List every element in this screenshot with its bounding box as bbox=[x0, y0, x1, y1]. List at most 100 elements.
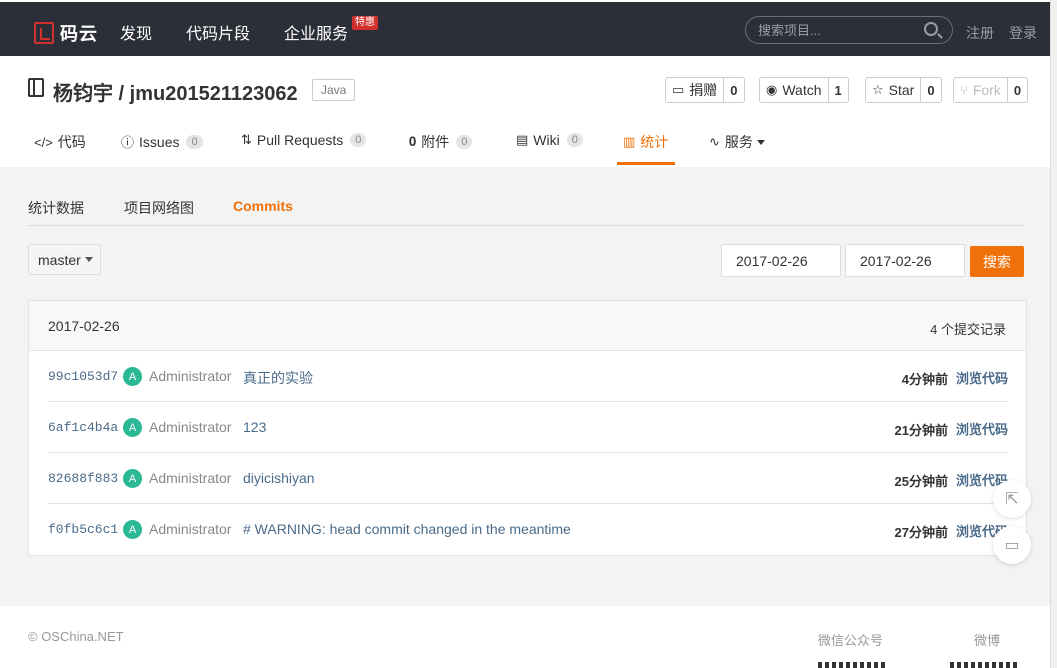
wechat-label: 微信公众号 bbox=[818, 633, 884, 648]
active-tab-indicator bbox=[617, 162, 675, 165]
nav-enterprise[interactable]: 企业服务 bbox=[284, 20, 348, 44]
issues-count: 0 bbox=[186, 134, 203, 149]
share-button[interactable]: ⇱ bbox=[993, 480, 1031, 518]
feedback-button[interactable]: ▭ bbox=[993, 526, 1031, 564]
commit-sha[interactable]: 6af1c4b4a bbox=[48, 420, 118, 435]
commit-sha[interactable]: 99c1053d7 bbox=[48, 369, 118, 384]
commit-row: 99c1053d7 A Administrator 真正的实验 4分钟前 浏览代… bbox=[48, 351, 1008, 402]
search-icon[interactable] bbox=[924, 22, 938, 36]
top-navbar: 码云 发现 代码片段 企业服务 特惠 注册 登录 bbox=[0, 0, 1050, 56]
share-icon: ⇱ bbox=[1005, 491, 1019, 508]
fork-label: Fork bbox=[972, 82, 1001, 98]
commit-time: 21分钟前 bbox=[894, 423, 948, 438]
project-search-input[interactable] bbox=[758, 17, 928, 43]
register-link[interactable]: 注册 bbox=[966, 23, 994, 43]
tab-services-label: 服务 bbox=[724, 134, 753, 150]
watch-count: 1 bbox=[827, 78, 848, 102]
avatar[interactable]: A bbox=[123, 520, 142, 539]
chevron-down-icon bbox=[756, 139, 765, 145]
subtab-network[interactable]: 项目网络图 bbox=[124, 198, 194, 218]
start-date-input[interactable] bbox=[721, 244, 841, 277]
eye-icon: ◉ bbox=[766, 82, 778, 97]
tab-issues[interactable]: ⓘ Issues 0 bbox=[121, 132, 203, 151]
commit-row: 6af1c4b4a A Administrator 123 21分钟前 浏览代码 bbox=[48, 402, 1008, 453]
tab-pulls-label: Pull Requests bbox=[256, 132, 344, 148]
tab-wiki-label: Wiki bbox=[533, 132, 560, 148]
commit-message[interactable]: 真正的实验 bbox=[243, 368, 313, 388]
chat-icon: ▭ bbox=[1004, 537, 1020, 554]
wechat-qr-code bbox=[818, 662, 888, 668]
end-date-input[interactable] bbox=[845, 244, 965, 277]
tab-attachments[interactable]: 𝟎 附件 0 bbox=[409, 132, 473, 152]
tab-attachments-label: 附件 bbox=[421, 134, 450, 150]
subtab-statistics[interactable]: 统计数据 bbox=[28, 198, 84, 218]
tab-code-label: 代码 bbox=[57, 134, 86, 150]
commit-time: 4分钟前 bbox=[901, 372, 948, 387]
repo-tabs: </> 代码 ⓘ Issues 0 ⇅ Pull Requests 0 𝟎 附件 0 ▤ Wik… bbox=[0, 126, 1050, 167]
bar-chart-icon: ▥ bbox=[623, 134, 636, 149]
tab-stats-label: 统计 bbox=[640, 134, 669, 150]
browse-code-link[interactable]: 浏览代码 bbox=[956, 368, 1008, 387]
avatar[interactable]: A bbox=[123, 469, 142, 488]
tab-services[interactable]: ∿ 服务 bbox=[709, 132, 765, 152]
repository-icon bbox=[28, 78, 44, 97]
commits-panel: 2017-02-26 4 个提交记录 99c1053d7 A Administr… bbox=[28, 300, 1027, 556]
hot-badge: 特惠 bbox=[352, 16, 378, 30]
donate-button[interactable]: ▭ 捐赠 0 bbox=[665, 77, 745, 103]
fork-count: 0 bbox=[1006, 78, 1027, 102]
commit-author[interactable]: Administrator bbox=[149, 368, 231, 384]
pulse-icon: ∿ bbox=[709, 134, 720, 149]
commit-sha[interactable]: 82688f883 bbox=[48, 471, 118, 486]
search-button[interactable]: 搜索 bbox=[970, 246, 1024, 277]
tab-code[interactable]: </> 代码 bbox=[34, 132, 86, 152]
weibo-qr-code bbox=[950, 662, 1020, 668]
subtab-commits[interactable]: Commits bbox=[233, 198, 293, 214]
wiki-count: 0 bbox=[566, 133, 583, 147]
pull-request-icon: ⇅ bbox=[241, 132, 252, 147]
copyright: © OSChina.NET bbox=[28, 629, 124, 644]
commits-date: 2017-02-26 bbox=[48, 318, 120, 334]
commit-author[interactable]: Administrator bbox=[149, 470, 231, 486]
commit-author[interactable]: Administrator bbox=[149, 419, 231, 435]
watch-button[interactable]: ◉ Watch 1 bbox=[759, 77, 849, 103]
commits-count: 4 个提交记录 bbox=[930, 322, 1006, 337]
nav-snippets[interactable]: 代码片段 bbox=[186, 20, 250, 44]
repo-title[interactable]: 杨钧宇 / jmu201521123062 bbox=[53, 77, 298, 106]
browse-code-link[interactable]: 浏览代码 bbox=[956, 419, 1008, 438]
branch-select[interactable]: master bbox=[28, 244, 101, 275]
commit-message[interactable]: 123 bbox=[243, 419, 266, 435]
donate-count: 0 bbox=[723, 78, 743, 102]
commit-time: 25分钟前 bbox=[894, 474, 948, 489]
login-link[interactable]: 登录 bbox=[1009, 23, 1037, 43]
avatar[interactable]: A bbox=[123, 367, 142, 386]
donate-label: 捐赠 bbox=[689, 82, 718, 98]
star-count: 0 bbox=[920, 78, 940, 102]
commit-author[interactable]: Administrator bbox=[149, 521, 231, 537]
book-icon: ▤ bbox=[516, 132, 529, 147]
star-button[interactable]: ☆ Star 0 bbox=[865, 77, 942, 103]
commit-row: 82688f883 A Administrator diyicishiyan 2… bbox=[48, 453, 1008, 504]
commit-message[interactable]: diyicishiyan bbox=[243, 470, 315, 486]
commit-sha[interactable]: f0fb5c6c1 bbox=[48, 522, 118, 537]
star-label: Star bbox=[888, 82, 915, 98]
commit-message[interactable]: # WARNING: head commit changed in the me… bbox=[243, 521, 571, 537]
language-tag[interactable]: Java bbox=[312, 79, 356, 101]
donate-icon: ▭ bbox=[672, 82, 685, 97]
code-icon: </> bbox=[34, 134, 53, 150]
footer: © OSChina.NET 微信公众号 微博 bbox=[0, 606, 1050, 668]
branch-label: master bbox=[38, 251, 81, 268]
attachments-count: 0 bbox=[456, 135, 473, 149]
tab-wiki[interactable]: ▤ Wiki 0 bbox=[516, 132, 583, 148]
avatar[interactable]: A bbox=[123, 418, 142, 437]
nav-discover[interactable]: 发现 bbox=[120, 20, 152, 44]
watch-label: Watch bbox=[782, 82, 822, 98]
tab-pull-requests[interactable]: ⇅ Pull Requests 0 bbox=[241, 132, 367, 148]
scrollbar[interactable] bbox=[1050, 0, 1057, 668]
commit-row: f0fb5c6c1 A Administrator # WARNING: hea… bbox=[48, 504, 1008, 555]
tab-stats[interactable]: ▥ 统计 bbox=[623, 132, 668, 152]
issue-icon: ⓘ bbox=[121, 135, 135, 150]
site-logo[interactable]: 码云 bbox=[34, 20, 98, 46]
weibo-label: 微博 bbox=[974, 633, 1001, 648]
fork-button[interactable]: ⑂ Fork 0 bbox=[953, 77, 1029, 103]
commit-time: 27分钟前 bbox=[894, 525, 948, 540]
